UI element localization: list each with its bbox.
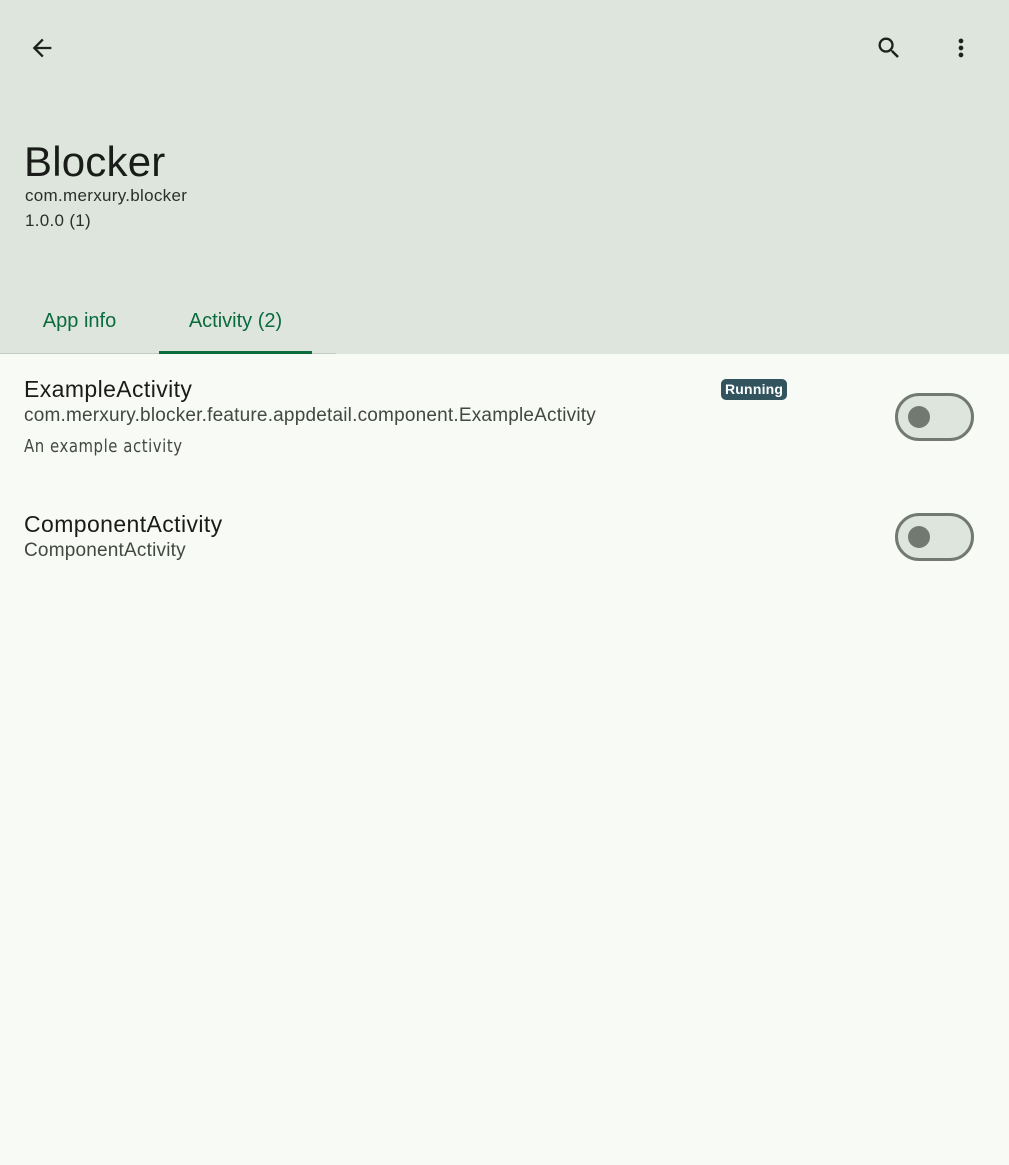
switch-thumb <box>908 526 930 548</box>
arrow-back-icon <box>32 38 52 58</box>
component-class-name: com.merxury.blocker.feature.appdetail.co… <box>24 405 596 426</box>
tab-activity[interactable]: Activity (2) <box>159 290 312 354</box>
search-icon <box>878 37 899 58</box>
more-vert-icon <box>958 38 964 58</box>
app-package-name: com.merxury.blocker <box>25 186 188 205</box>
component-list-item[interactable]: ComponentActivity ComponentActivity <box>0 505 1009 585</box>
component-class-name: ComponentActivity <box>24 540 186 561</box>
component-description: An example activity <box>24 436 183 457</box>
search-button[interactable] <box>865 24 913 72</box>
component-name: ExampleActivity <box>24 376 193 402</box>
component-list-item[interactable]: ExampleActivity Running com.merxury.bloc… <box>0 370 1009 480</box>
component-name: ComponentActivity <box>24 511 223 537</box>
tab-selected-indicator <box>159 351 312 354</box>
component-toggle-switch[interactable] <box>895 393 974 441</box>
component-toggle-switch[interactable] <box>895 513 974 561</box>
tab-row: App info Activity (2) <box>0 290 336 354</box>
app-title: Blocker <box>24 138 166 185</box>
running-badge: Running <box>721 379 788 400</box>
tab-activity-label: Activity (2) <box>188 310 283 332</box>
app-header: Blocker com.merxury.blocker 1.0.0 (1) Ap… <box>0 0 1009 354</box>
back-button[interactable] <box>18 24 66 72</box>
app-version: 1.0.0 (1) <box>25 211 92 230</box>
tab-app-info-label: App info <box>42 310 117 332</box>
more-options-button[interactable] <box>937 24 985 72</box>
tab-app-info[interactable]: App info <box>0 290 159 353</box>
switch-thumb <box>908 406 930 428</box>
